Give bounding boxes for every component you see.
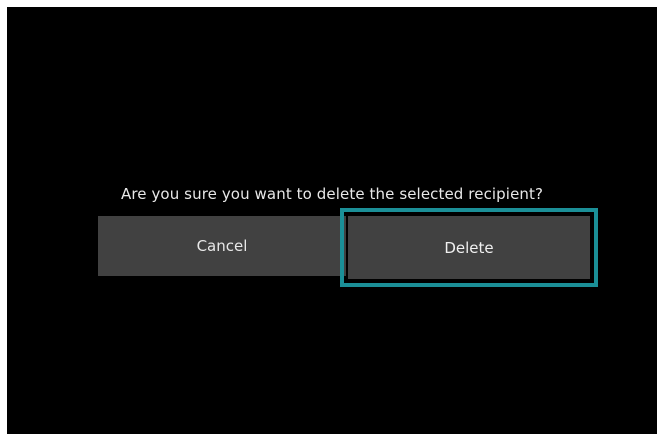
cancel-button[interactable]: Cancel [98, 216, 346, 276]
dialog-screen: Are you sure you want to delete the sele… [7, 7, 657, 434]
delete-button[interactable]: Delete [348, 216, 590, 279]
confirm-message: Are you sure you want to delete the sele… [120, 185, 544, 203]
cancel-button-label: Cancel [196, 237, 248, 255]
delete-button-label: Delete [444, 238, 494, 257]
